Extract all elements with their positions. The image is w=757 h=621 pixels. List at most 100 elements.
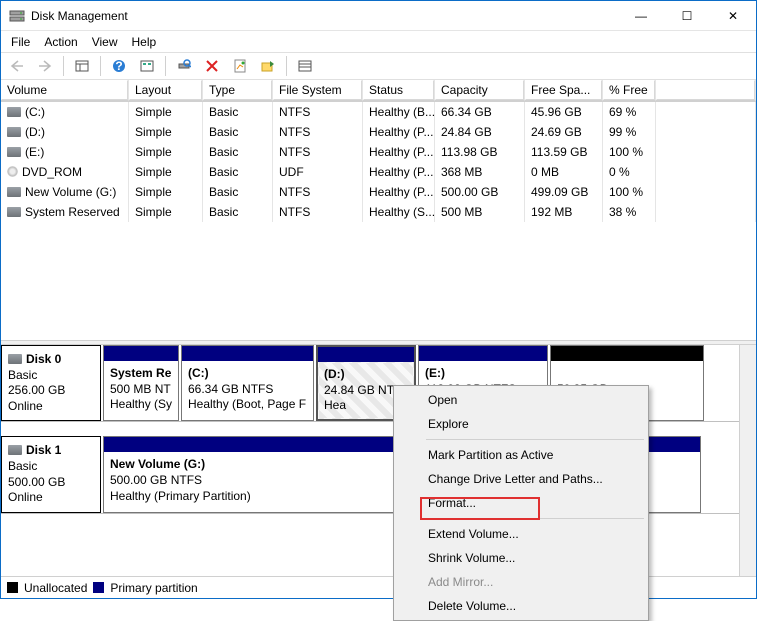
app-icon — [9, 8, 25, 24]
disk-label: Disk 0 — [26, 352, 61, 366]
disk-size: 256.00 GB — [8, 383, 65, 397]
maximize-button[interactable]: ☐ — [664, 1, 710, 31]
volume-name: New Volume (G:) — [25, 185, 116, 199]
partition-status: Healthy (Boot, Page F — [188, 397, 306, 411]
volume-free: 499.09 GB — [525, 182, 603, 202]
volume-layout: Simple — [129, 162, 203, 182]
drive-icon — [7, 147, 21, 157]
partition-bar — [104, 346, 178, 361]
close-button[interactable]: ✕ — [710, 1, 756, 31]
volume-free: 192 MB — [525, 202, 603, 222]
vertical-scrollbar[interactable] — [739, 345, 756, 576]
col-capacity[interactable]: Capacity — [435, 80, 525, 101]
drive-icon — [7, 166, 18, 177]
menu-item-change-drive-letter-and-paths[interactable]: Change Drive Letter and Paths... — [396, 467, 646, 491]
partition-title: System Re — [110, 366, 171, 380]
legend-primary-swatch — [93, 582, 104, 593]
disk-status: Online — [8, 490, 43, 504]
volume-type: Basic — [203, 102, 273, 122]
volume-layout: Simple — [129, 102, 203, 122]
disk-info[interactable]: Disk 0 Basic256.00 GB Online — [1, 345, 101, 421]
col-freespace[interactable]: Free Spa... — [525, 80, 603, 101]
help-button[interactable]: ? — [107, 55, 131, 77]
volume-row[interactable]: New Volume (G:)SimpleBasicNTFSHealthy (P… — [1, 182, 756, 202]
svg-text:?: ? — [115, 59, 122, 73]
partition-title: (E:) — [425, 366, 445, 380]
volume-list-header: Volume Layout Type File System Status Ca… — [1, 80, 756, 102]
toolbar: ? — [1, 52, 756, 80]
disk-type: Basic — [8, 459, 37, 473]
volume-capacity: 500.00 GB — [435, 182, 525, 202]
volume-row[interactable]: System ReservedSimpleBasicNTFSHealthy (S… — [1, 202, 756, 222]
disk-icon — [8, 445, 22, 455]
disk-icon — [8, 354, 22, 364]
menu-item-open[interactable]: Open — [396, 388, 646, 412]
volume-status: Healthy (P... — [363, 142, 435, 162]
legend-unallocated-swatch — [7, 582, 18, 593]
volume-list[interactable]: (C:)SimpleBasicNTFSHealthy (B...66.34 GB… — [1, 102, 756, 340]
volume-fs: NTFS — [273, 142, 363, 162]
volume-capacity: 500 MB — [435, 202, 525, 222]
volume-free: 113.59 GB — [525, 142, 603, 162]
volume-fs: NTFS — [273, 182, 363, 202]
partition-status: Healthy (Sy — [110, 397, 172, 411]
volume-free: 24.69 GB — [525, 122, 603, 142]
volume-name: (E:) — [25, 145, 44, 159]
menu-item-format[interactable]: Format... — [396, 491, 646, 515]
volume-row[interactable]: (E:)SimpleBasicNTFSHealthy (P...113.98 G… — [1, 142, 756, 162]
menu-item-explore[interactable]: Explore — [396, 412, 646, 436]
list-view-button[interactable] — [293, 55, 317, 77]
col-spacer — [656, 80, 756, 101]
delete-button[interactable] — [200, 55, 224, 77]
col-type[interactable]: Type — [203, 80, 273, 101]
menu-file[interactable]: File — [11, 35, 30, 49]
action-button[interactable] — [256, 55, 280, 77]
volume-row[interactable]: DVD_ROMSimpleBasicUDFHealthy (P...368 MB… — [1, 162, 756, 182]
show-hide-button[interactable] — [70, 55, 94, 77]
disk-status: Online — [8, 399, 43, 413]
volume-status: Healthy (B... — [363, 102, 435, 122]
menu-item-mark-partition-as-active[interactable]: Mark Partition as Active — [396, 443, 646, 467]
volume-row[interactable]: (D:)SimpleBasicNTFSHealthy (P...24.84 GB… — [1, 122, 756, 142]
volume-fs: NTFS — [273, 122, 363, 142]
partition[interactable]: System Re 500 MB NTHealthy (Sy — [103, 345, 179, 421]
refresh-button[interactable] — [172, 55, 196, 77]
partition-bar — [419, 346, 547, 361]
partition-size: 500 MB NT — [110, 382, 171, 396]
partition-bar — [318, 347, 414, 362]
volume-pct: 69 % — [603, 102, 656, 122]
menu-view[interactable]: View — [92, 35, 118, 49]
properties-button[interactable] — [228, 55, 252, 77]
menu-item-delete-volume[interactable]: Delete Volume... — [396, 594, 646, 618]
col-pctfree[interactable]: % Free — [603, 80, 656, 101]
menu-action[interactable]: Action — [44, 35, 77, 49]
col-layout[interactable]: Layout — [129, 80, 203, 101]
drive-icon — [7, 107, 21, 117]
partition[interactable]: (C:)66.34 GB NTFSHealthy (Boot, Page F — [181, 345, 314, 421]
partition-status: Healthy (Primary Partition) — [110, 489, 251, 503]
volume-type: Basic — [203, 162, 273, 182]
col-filesystem[interactable]: File System — [273, 80, 363, 101]
disk-info[interactable]: Disk 1Basic500.00 GBOnline — [1, 436, 101, 512]
menu-item-shrink-volume[interactable]: Shrink Volume... — [396, 546, 646, 570]
volume-pct: 38 % — [603, 202, 656, 222]
legend-unallocated-label: Unallocated — [24, 581, 87, 595]
col-volume[interactable]: Volume — [1, 80, 129, 101]
settings-button[interactable] — [135, 55, 159, 77]
volume-fs: NTFS — [273, 202, 363, 222]
volume-free: 0 MB — [525, 162, 603, 182]
volume-capacity: 368 MB — [435, 162, 525, 182]
menu-help[interactable]: Help — [132, 35, 157, 49]
volume-capacity: 24.84 GB — [435, 122, 525, 142]
partition-status: Hea — [324, 398, 346, 412]
volume-capacity: 66.34 GB — [435, 102, 525, 122]
volume-pct: 0 % — [603, 162, 656, 182]
menu-item-extend-volume[interactable]: Extend Volume... — [396, 522, 646, 546]
volume-row[interactable]: (C:)SimpleBasicNTFSHealthy (B...66.34 GB… — [1, 102, 756, 122]
volume-type: Basic — [203, 142, 273, 162]
disk-type: Basic — [8, 368, 37, 382]
col-status[interactable]: Status — [363, 80, 435, 101]
minimize-button[interactable]: — — [618, 1, 664, 31]
titlebar: Disk Management — ☐ ✕ — [1, 1, 756, 31]
partition-title: New Volume (G:) — [110, 457, 205, 471]
